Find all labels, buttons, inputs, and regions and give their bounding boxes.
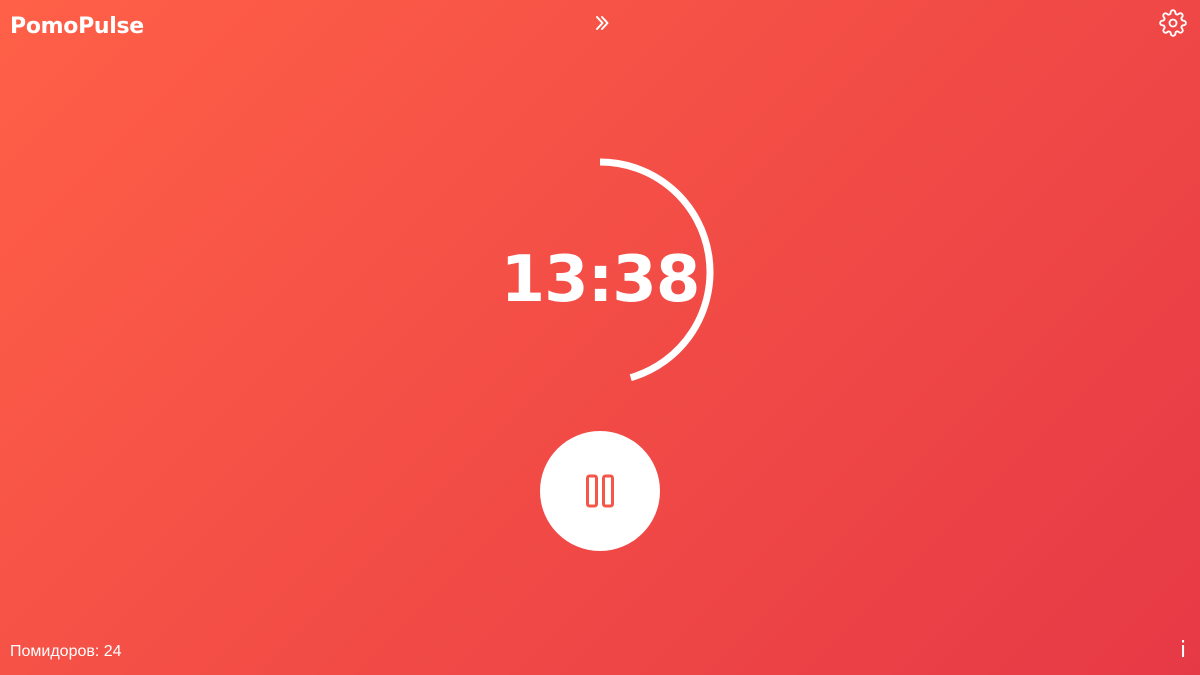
time-remaining: 13:38 xyxy=(500,243,701,317)
skip-button[interactable] xyxy=(589,10,615,36)
settings-button[interactable] xyxy=(1159,9,1187,37)
pause-icon xyxy=(586,474,614,508)
timer-progress-ring xyxy=(599,158,714,381)
pomodoro-app: PomoPulse 13:38 Помидоров: 24 i xyxy=(0,0,1200,675)
double-chevron-right-icon xyxy=(596,16,609,30)
info-button[interactable]: i xyxy=(1176,638,1190,664)
pause-button[interactable] xyxy=(540,431,660,551)
app-logo: PomoPulse xyxy=(10,14,144,39)
pomodoro-counter: Помидоров: 24 xyxy=(10,643,122,660)
gear-icon xyxy=(1159,9,1187,37)
